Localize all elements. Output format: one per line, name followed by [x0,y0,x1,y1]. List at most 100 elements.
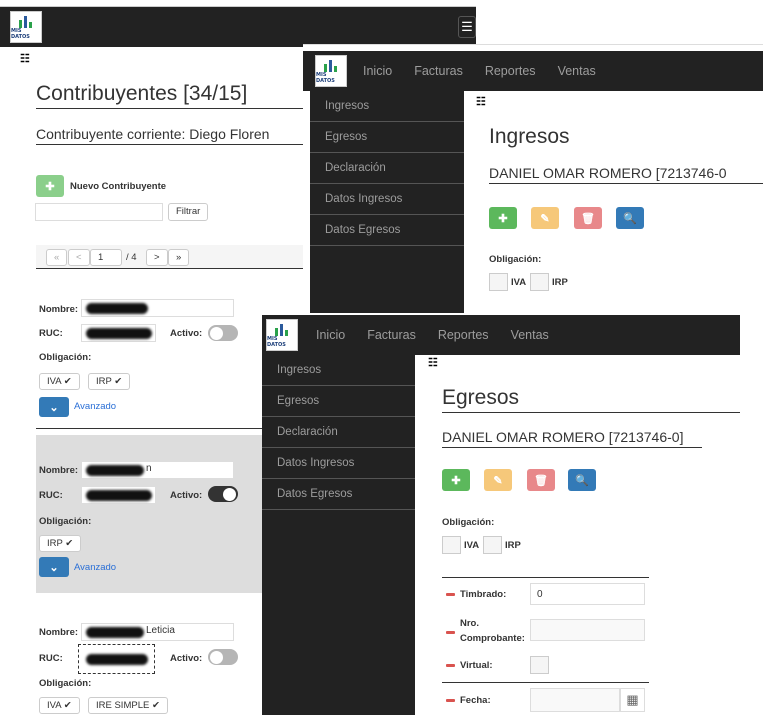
obligation-iva[interactable]: IVA ✔ [39,697,80,714]
irp-checkbox[interactable] [483,536,502,554]
search-button[interactable]: 🔍 [616,207,644,229]
timbrado-input[interactable]: 0 [530,583,645,605]
sidebar-item-datos-egresos[interactable]: Datos Egresos [262,479,415,510]
sidebar-item-egresos[interactable]: Egresos [262,386,415,417]
sidebar-item-datos-ingresos[interactable]: Datos Ingresos [310,184,464,215]
nav-inicio[interactable]: Inicio [363,64,392,78]
timbrado-label: Timbrado: [460,589,507,600]
obligation-label: Obligación: [39,516,92,527]
obligation-label: Obligación: [442,517,495,528]
obligation-label: Obligación: [39,352,92,363]
logo-chart-icon [323,58,339,72]
first-page-button[interactable]: « [46,249,68,266]
delete-button[interactable]: 🗑 [527,469,555,491]
logo[interactable]: MIS DATOS [315,55,347,87]
page-title: Ingresos [489,125,570,148]
iva-checkbox[interactable] [489,273,508,291]
name-suffix: Leticia [146,625,175,636]
list-icon[interactable]: ☷ [20,52,30,65]
filter-input[interactable] [35,203,163,221]
trash-icon: 🗑 [581,212,595,225]
logo[interactable]: MIS DATOS [10,11,42,43]
advanced-link[interactable]: Avanzado [74,562,116,573]
obligation-ire-simple[interactable]: IRE SIMPLE ✔ [88,697,168,714]
fecha-input[interactable] [530,688,620,712]
remove-virtual-icon[interactable] [446,664,455,667]
sidebar-item-ingresos[interactable]: Ingresos [262,355,415,386]
virtual-checkbox[interactable] [530,656,549,674]
nav-reportes[interactable]: Reportes [438,328,489,342]
logo-text: MIS DATOS [11,28,30,40]
name-label: Nombre: [39,304,79,315]
edit-button[interactable]: ✎ [484,469,512,491]
active-label: Activo: [170,490,203,501]
logo-text: MIS DATOS [267,336,286,348]
sidebar-item-declaracion[interactable]: Declaración [262,417,415,448]
nav-reportes[interactable]: Reportes [485,64,536,78]
page-input[interactable]: 1 [90,249,122,266]
list-icon[interactable]: ☷ [428,356,438,369]
advanced-button[interactable]: ⌄ [39,557,69,577]
nav-ventas[interactable]: Ventas [558,64,596,78]
logo-chart-icon [274,322,290,336]
comprobante-input[interactable] [530,619,645,641]
irp-label: IRP [552,277,568,288]
form-divider [442,577,649,578]
obligation-irp[interactable]: IRP ✔ [88,373,131,390]
comprobante-label: Nro. Comprobante: [460,618,525,644]
irp-checkbox[interactable] [530,273,549,291]
redacted-ruc [86,490,152,501]
sidebar-item-datos-egresos[interactable]: Datos Egresos [310,215,464,246]
obligation-label: Obligación: [489,254,542,265]
page-total: / 4 [126,252,137,263]
nav-inicio[interactable]: Inicio [316,328,345,342]
advanced-link[interactable]: Avanzado [74,401,116,412]
trash-icon: 🗑 [534,474,548,487]
name-suffix: n [146,463,152,474]
obligation-irp[interactable]: IRP ✔ [39,535,82,552]
current-taxpayer: Contribuyente corriente: Diego Floren [36,126,306,145]
advanced-button[interactable]: ⌄ [39,397,69,417]
prev-page-button[interactable]: < [68,249,90,266]
sidebar-item-egresos[interactable]: Egresos [310,122,464,153]
last-page-button[interactable]: » [168,249,190,266]
hamburger-button[interactable]: ☰ [458,16,476,38]
active-label: Activo: [170,653,203,664]
new-taxpayer-label[interactable]: Nuevo Contribuyente [70,181,166,192]
active-toggle[interactable] [208,486,238,502]
list-icon[interactable]: ☷ [476,95,486,108]
navbar: MIS DATOS Inicio Facturas Reportes Venta… [303,51,763,91]
redacted-ruc [86,654,148,665]
nav-facturas[interactable]: Facturas [367,328,416,342]
navbar: MIS DATOS Inicio Facturas Reportes Venta… [262,315,740,355]
ruc-label: RUC: [39,328,63,339]
edit-button[interactable]: ✎ [531,207,559,229]
search-icon: 🔍 [623,212,637,225]
sidebar-item-ingresos[interactable]: Ingresos [310,91,464,122]
add-taxpayer-button[interactable]: ✚ [36,175,64,197]
remove-timbrado-icon[interactable] [446,593,455,596]
page-title: Contribuyentes [34/15] [36,82,311,109]
page-title: Egresos [442,386,740,413]
add-button[interactable]: ✚ [489,207,517,229]
sidebar-item-declaracion[interactable]: Declaración [310,153,464,184]
iva-checkbox[interactable] [442,536,461,554]
search-button[interactable]: 🔍 [568,469,596,491]
sidebar-item-datos-ingresos[interactable]: Datos Ingresos [262,448,415,479]
filter-button[interactable]: Filtrar [168,203,209,221]
remove-fecha-icon[interactable] [446,699,455,702]
name-label: Nombre: [39,465,79,476]
taxpayer-heading: DANIEL OMAR ROMERO [7213746-0 [489,165,763,184]
calendar-button[interactable]: ▦ [620,688,645,712]
next-page-button[interactable]: > [146,249,168,266]
nav-facturas[interactable]: Facturas [414,64,463,78]
active-toggle[interactable] [208,649,238,665]
delete-button[interactable]: 🗑 [574,207,602,229]
chevron-down-icon: ⌄ [49,561,59,574]
add-button[interactable]: ✚ [442,469,470,491]
active-toggle[interactable] [208,325,238,341]
obligation-iva[interactable]: IVA ✔ [39,373,80,390]
remove-comprobante-icon[interactable] [446,631,455,634]
logo[interactable]: MIS DATOS [266,319,298,351]
nav-ventas[interactable]: Ventas [511,328,549,342]
